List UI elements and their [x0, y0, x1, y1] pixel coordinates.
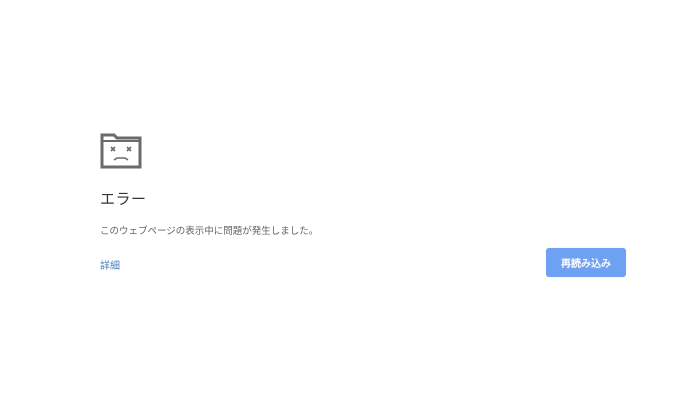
- sad-tab-icon: [100, 133, 142, 169]
- reload-button[interactable]: 再読み込み: [546, 248, 626, 277]
- error-title: エラー: [100, 190, 147, 208]
- error-message: このウェブページの表示中に問題が発生しました。: [100, 226, 319, 237]
- error-page: エラー このウェブページの表示中に問題が発生しました。 詳細 再読み込み: [0, 0, 700, 394]
- details-link[interactable]: 詳細: [100, 257, 120, 272]
